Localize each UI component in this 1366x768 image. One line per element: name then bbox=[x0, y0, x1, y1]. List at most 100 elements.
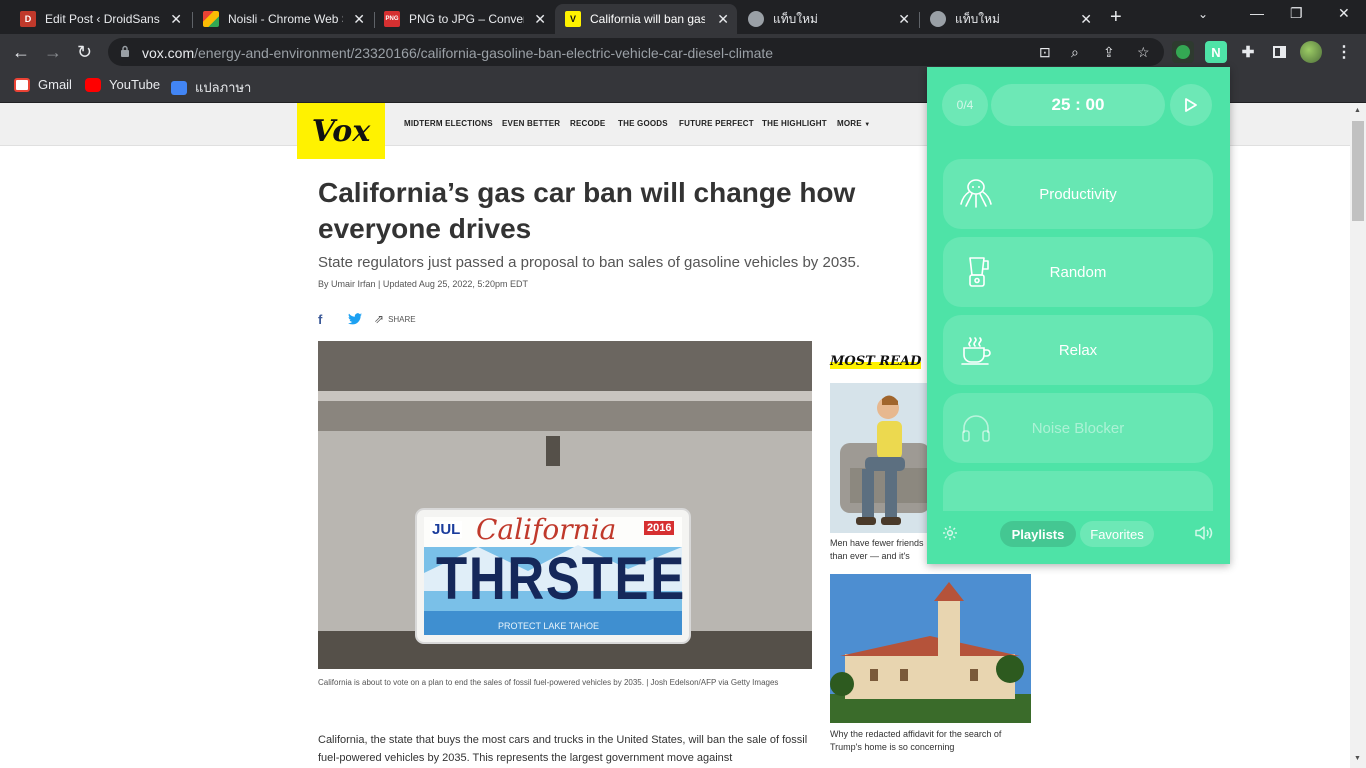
plate-state: California bbox=[476, 513, 617, 546]
share-icon[interactable]: ⇗ bbox=[374, 312, 384, 326]
minimize-icon[interactable]: — bbox=[1250, 5, 1264, 21]
bookmark-gmail[interactable]: Gmail bbox=[14, 77, 72, 92]
play-button[interactable] bbox=[1170, 84, 1212, 126]
plate-slogan: PROTECT LAKE TAHOE bbox=[498, 621, 600, 631]
scrollbar-thumb[interactable] bbox=[1352, 121, 1364, 221]
profile-avatar[interactable] bbox=[1300, 41, 1322, 63]
playlist-card-random[interactable]: Random bbox=[943, 237, 1213, 307]
timer-display[interactable]: 25 : 00 bbox=[991, 84, 1165, 126]
share-icon[interactable]: ⇪ bbox=[1103, 44, 1115, 61]
restore-icon[interactable]: ❐ bbox=[1290, 5, 1303, 22]
playlist-card-noise-blocker[interactable]: Noise Blocker bbox=[943, 393, 1213, 463]
droidsans-icon: D bbox=[20, 11, 36, 27]
back-icon[interactable]: ← bbox=[12, 41, 30, 63]
png-to-jpg-icon: PNG bbox=[384, 11, 400, 27]
nav-the-highlight[interactable]: THE HIGHLIGHT bbox=[762, 119, 827, 128]
chrome-web-store-icon bbox=[203, 11, 219, 27]
most-read-image-2[interactable] bbox=[830, 574, 1031, 723]
caret-down-icon: ▼ bbox=[864, 122, 871, 128]
tab-strip: D Edit Post ‹ DroidSans – ✕ Noisli - Chr… bbox=[0, 0, 1366, 34]
chrome-icon bbox=[748, 11, 764, 27]
tab-edit-post[interactable]: D Edit Post ‹ DroidSans – ✕ bbox=[10, 4, 190, 34]
close-tab-icon[interactable]: ✕ bbox=[534, 11, 546, 27]
bookmark-youtube[interactable]: YouTube bbox=[85, 77, 160, 92]
settings-gear-icon[interactable] bbox=[942, 525, 958, 541]
nav-midterm-elections[interactable]: MIDTERM ELECTIONS bbox=[404, 119, 493, 128]
close-tab-icon[interactable]: ✕ bbox=[717, 11, 729, 27]
twitter-icon[interactable] bbox=[348, 313, 362, 325]
reload-icon[interactable]: ↻ bbox=[77, 41, 92, 63]
playlist-card-partial[interactable] bbox=[943, 471, 1213, 511]
tab-search-icon[interactable]: ⌄ bbox=[1198, 7, 1208, 21]
hero-caption: California is about to vote on a plan to… bbox=[318, 678, 779, 687]
translate-page-icon[interactable]: ⊡ bbox=[1039, 44, 1051, 61]
tab-title: แท็บใหม่ bbox=[773, 11, 818, 26]
lock-icon bbox=[121, 45, 129, 57]
tab-playlists[interactable]: Playlists bbox=[1000, 521, 1076, 547]
bookmark-translate[interactable]: แปลภาษา bbox=[171, 77, 251, 98]
plate-month-sticker: JUL bbox=[430, 521, 463, 538]
most-read-image-1[interactable] bbox=[830, 383, 930, 533]
menu-kebab-icon[interactable]: ⋮ bbox=[1333, 41, 1355, 63]
tab-title: California will ban gas bbox=[590, 12, 705, 26]
most-read-caption-2[interactable]: Why the redacted affidavit for the searc… bbox=[830, 728, 1030, 754]
close-tab-icon[interactable]: ✕ bbox=[353, 11, 365, 27]
zoom-icon[interactable]: ⌕ bbox=[1071, 44, 1079, 61]
translate-icon bbox=[171, 80, 187, 95]
address-bar[interactable]: vox.com/energy-and-environment/23320166/… bbox=[108, 38, 1164, 66]
nav-even-better[interactable]: EVEN BETTER bbox=[502, 119, 560, 128]
tab-new-tab-1[interactable]: แท็บใหม่ ✕ bbox=[738, 4, 918, 34]
noisli-footer: Playlists Favorites bbox=[927, 515, 1230, 551]
side-panel-icon[interactable] bbox=[1268, 41, 1290, 63]
extension-droid-icon[interactable] bbox=[1172, 41, 1194, 63]
article-headline: California’s gas car ban will change how… bbox=[318, 177, 856, 244]
tab-title: Noisli - Chrome Web S bbox=[228, 12, 343, 26]
close-window-icon[interactable]: ✕ bbox=[1338, 5, 1350, 22]
scroll-up-icon[interactable]: ▲ bbox=[1354, 107, 1361, 114]
nav-more[interactable]: MORE ▼ bbox=[837, 119, 870, 128]
nav-future-perfect[interactable]: FUTURE PERFECT bbox=[679, 119, 754, 128]
close-tab-icon[interactable]: ✕ bbox=[898, 11, 910, 27]
scroll-down-icon[interactable]: ▼ bbox=[1354, 755, 1361, 762]
pomodoro-counter: 0/4 bbox=[942, 84, 988, 126]
hero-image-license-plate[interactable]: JUL California 2016 THRSTEE PROTECT LAKE… bbox=[318, 341, 812, 669]
noisli-popup: 0/4 25 : 00 Productivity Random Relax No… bbox=[927, 67, 1230, 564]
article-body: California, the state that buys the most… bbox=[318, 734, 808, 764]
volume-icon[interactable] bbox=[1194, 525, 1214, 541]
chrome-icon bbox=[930, 11, 946, 27]
plate-number: THRSTEE bbox=[436, 545, 686, 612]
playlist-card-productivity[interactable]: Productivity bbox=[943, 159, 1213, 229]
tab-png-to-jpg[interactable]: PNG PNG to JPG – Convert ✕ bbox=[374, 4, 554, 34]
nav-recode[interactable]: RECODE bbox=[570, 119, 605, 128]
playlist-card-relax[interactable]: Relax bbox=[943, 315, 1213, 385]
gmail-icon bbox=[14, 77, 30, 92]
page-scrollbar[interactable]: ▲ ▼ bbox=[1350, 103, 1366, 768]
close-tab-icon[interactable]: ✕ bbox=[170, 11, 182, 27]
tab-favorites[interactable]: Favorites bbox=[1080, 521, 1154, 547]
share-label[interactable]: SHARE bbox=[388, 315, 416, 324]
card-label: Productivity bbox=[1039, 186, 1117, 203]
play-icon bbox=[1185, 98, 1197, 112]
browser-toolbar: ← → ↻ vox.com/energy-and-environment/233… bbox=[0, 34, 1366, 70]
tab-vox-article[interactable]: V California will ban gas ✕ bbox=[555, 4, 737, 34]
bookmark-star-icon[interactable]: ☆ bbox=[1137, 44, 1150, 61]
tab-title: PNG to JPG – Convert bbox=[409, 12, 524, 26]
most-read-caption-1[interactable]: Men have fewer friends than ever — and i… bbox=[830, 537, 928, 563]
nav-the-goods[interactable]: THE GOODS bbox=[618, 119, 668, 128]
extensions-puzzle-icon[interactable]: ✚ bbox=[1237, 41, 1259, 63]
card-label: Noise Blocker bbox=[1031, 420, 1125, 437]
close-tab-icon[interactable]: ✕ bbox=[1080, 11, 1092, 27]
tab-noisli[interactable]: Noisli - Chrome Web S ✕ bbox=[193, 4, 373, 34]
article-byline: By Umair Irfan | Updated Aug 25, 2022, 5… bbox=[318, 279, 528, 289]
vox-logo[interactable]: Vox bbox=[297, 103, 385, 159]
new-tab-icon[interactable]: + bbox=[1110, 6, 1122, 29]
tab-new-tab-2[interactable]: แท็บใหม่ ✕ bbox=[920, 4, 1100, 34]
noisli-extension-icon[interactable]: N bbox=[1205, 41, 1227, 63]
most-read-heading: MOST READ bbox=[830, 354, 922, 369]
tab-title: Edit Post ‹ DroidSans – bbox=[45, 12, 160, 26]
facebook-icon[interactable]: f bbox=[318, 312, 348, 327]
youtube-icon bbox=[85, 77, 101, 92]
card-label: Random bbox=[1049, 264, 1107, 281]
forward-icon[interactable]: → bbox=[44, 41, 62, 63]
vox-favicon-icon: V bbox=[565, 11, 581, 27]
